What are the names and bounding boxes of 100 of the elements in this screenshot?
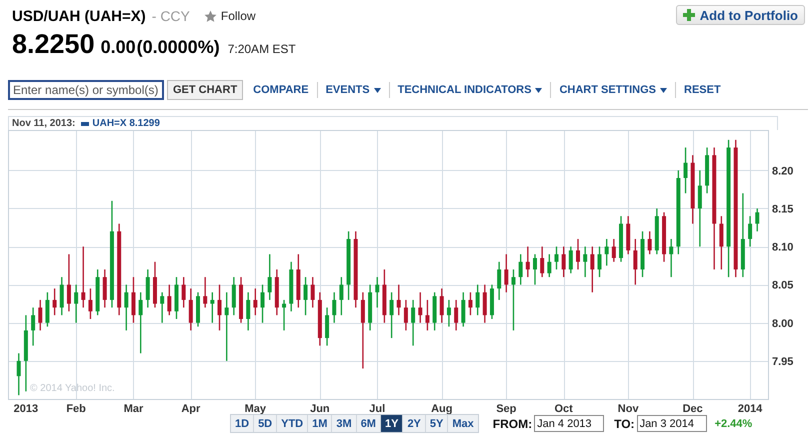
candlestick	[404, 299, 408, 332]
candlestick	[52, 288, 57, 316]
symbol-search-field[interactable]: Enter name(s) or symbol(s)	[8, 80, 164, 100]
candlestick	[360, 292, 365, 370]
candlestick	[218, 284, 222, 332]
x-axis-label: Aug	[431, 403, 452, 414]
candlestick	[576, 238, 580, 270]
candlestick	[554, 246, 558, 270]
candlestick	[167, 284, 172, 316]
candlestick	[268, 254, 272, 301]
candlestick	[562, 246, 566, 278]
range-tab[interactable]: 1Y	[380, 415, 402, 432]
follow-link[interactable]: Follow	[220, 9, 256, 23]
chart-menu-item[interactable]: EVENTS	[316, 82, 389, 98]
candlestick	[755, 208, 760, 232]
from-date-field[interactable]: Jan 4 2013	[534, 415, 604, 432]
candlestick	[504, 254, 508, 293]
candlestick	[748, 215, 752, 248]
quote-title: USD/UAH (UAH=X)	[12, 8, 146, 24]
y-axis-label: 8.15	[772, 204, 794, 216]
chart-menu-item[interactable]: TECHNICAL INDICATORS	[388, 82, 550, 98]
x-axis-label: Dec	[682, 403, 703, 414]
chart-menu-item[interactable]: RESET	[675, 82, 729, 98]
candlestick	[425, 299, 430, 332]
candlestick	[210, 292, 214, 324]
y-axis-label: 8.10	[772, 242, 794, 254]
from-label: FROM:	[492, 416, 532, 430]
candlestick	[583, 246, 588, 278]
candlestick	[532, 254, 537, 286]
candlestick	[648, 230, 652, 255]
range-tab[interactable]: YTD	[276, 415, 308, 432]
candlestick	[598, 246, 602, 278]
candlestick	[547, 254, 552, 278]
change-percent: (0.0000%)	[136, 37, 220, 58]
candlestick	[282, 299, 286, 332]
candlestick	[60, 276, 64, 316]
candlestick	[468, 292, 472, 316]
add-to-portfolio-button[interactable]: Add to Portfolio	[676, 5, 805, 25]
candlestick	[590, 246, 594, 293]
candlestick	[719, 215, 724, 270]
range-tab[interactable]: 1M	[307, 415, 332, 432]
candlestick	[146, 268, 150, 308]
candlestick	[418, 292, 422, 324]
candlestick	[669, 238, 674, 278]
y-axis-label: 8.00	[772, 318, 794, 330]
candlestick	[304, 276, 308, 316]
quote-time: 7:20AM EST	[228, 42, 296, 56]
x-axis-label: Feb	[66, 403, 86, 414]
candlestick	[476, 284, 480, 316]
get-chart-button[interactable]: GET CHART	[167, 80, 244, 100]
candlestick	[66, 254, 71, 312]
candlestick	[339, 276, 344, 316]
chart-menu-item[interactable]: CHART SETTINGS	[550, 82, 676, 98]
candlestick	[511, 268, 516, 332]
range-tab[interactable]: 6M	[356, 415, 380, 432]
candlestick	[568, 246, 573, 274]
candlestick	[88, 288, 92, 320]
x-axis-label: Jul	[369, 403, 386, 414]
candlestick	[612, 238, 616, 262]
candlestick	[224, 292, 229, 362]
candlestick	[684, 146, 688, 194]
candlestick	[74, 284, 78, 324]
x-axis-label: Mar	[124, 403, 144, 414]
candlestick	[411, 299, 416, 346]
candlestick	[332, 292, 336, 324]
y-axis-label: 8.05	[772, 280, 794, 292]
candlestick	[454, 299, 458, 332]
candlestick	[604, 238, 609, 266]
candlestick	[31, 306, 36, 346]
star-icon[interactable]	[204, 10, 217, 22]
copyright-notice: © 2014 Yahoo! Inc.	[30, 383, 115, 394]
hover-date: Nov 11, 2013:	[12, 118, 76, 129]
range-tab[interactable]: Max	[447, 415, 478, 432]
candlestick	[540, 246, 544, 278]
candlestick	[160, 292, 164, 324]
range-tab[interactable]: 2Y	[402, 415, 425, 432]
candlestick	[45, 292, 50, 328]
exchange-label: - CCY	[152, 8, 190, 24]
candlestick	[440, 288, 444, 324]
candlestick	[253, 288, 258, 316]
chart-menu-item[interactable]: COMPARE	[245, 82, 317, 98]
price-value: 8.2250	[12, 29, 95, 60]
to-date-field[interactable]: Jan 3 2014	[636, 415, 707, 432]
range-tab[interactable]: 3M	[331, 415, 356, 432]
y-axis-label: 8.20	[772, 165, 794, 178]
range-tab[interactable]: 5D	[253, 415, 276, 432]
x-axis-label: 2014	[738, 403, 762, 414]
range-tab[interactable]: 1D	[231, 415, 254, 432]
candlestick	[497, 261, 502, 301]
candlestick	[375, 276, 380, 308]
x-axis-label: Jun	[310, 403, 330, 414]
x-axis-label: Oct	[554, 403, 573, 414]
candlestick	[698, 170, 702, 248]
candlestick	[390, 292, 394, 339]
candlestick	[232, 276, 236, 316]
range-tab[interactable]: 5Y	[424, 415, 448, 432]
candlestick	[38, 299, 42, 332]
period-change: +2.44%	[714, 418, 752, 430]
candlestick	[482, 284, 487, 324]
x-axis-label: Sep	[496, 403, 516, 414]
